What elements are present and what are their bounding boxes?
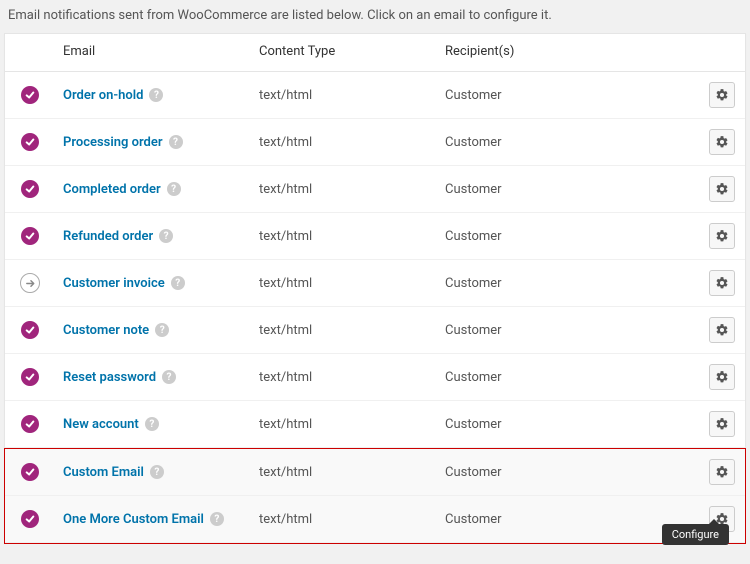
email-link[interactable]: Order on-hold — [63, 88, 143, 103]
recipients: Customer — [437, 401, 681, 448]
help-icon[interactable]: ? — [169, 135, 183, 149]
page-root: Email notifications sent from WooCommerc… — [0, 0, 750, 564]
email-link[interactable]: Refunded order — [63, 229, 153, 244]
col-gear-header — [681, 34, 745, 72]
col-status-header — [5, 34, 55, 72]
table-row: One More Custom Email? text/htmlCustomer — [5, 496, 745, 543]
email-link[interactable]: New account — [63, 417, 139, 432]
configure-button[interactable] — [709, 129, 735, 155]
status-enabled-icon[interactable] — [21, 368, 39, 386]
recipients: Customer — [437, 496, 681, 543]
status-enabled-icon[interactable] — [21, 227, 39, 245]
table-row: New account? text/htmlCustomer — [5, 401, 745, 448]
configure-tooltip: Configure — [662, 524, 729, 545]
status-enabled-icon[interactable] — [21, 415, 39, 433]
help-icon[interactable]: ? — [145, 417, 159, 431]
table-row: Customer invoice? text/htmlCustomer — [5, 260, 745, 307]
configure-button[interactable] — [709, 82, 735, 108]
content-type: text/html — [251, 260, 437, 307]
status-enabled-icon[interactable] — [21, 133, 39, 151]
table-row: Custom Email? text/htmlCustomer — [5, 449, 745, 496]
email-link[interactable]: Customer note — [63, 323, 149, 338]
configure-button[interactable] — [709, 176, 735, 202]
status-enabled-icon[interactable] — [21, 463, 39, 481]
email-link[interactable]: Completed order — [63, 182, 161, 197]
table-row: Reset password? text/htmlCustomer — [5, 354, 745, 401]
table-row: Refunded order? text/htmlCustomer — [5, 213, 745, 260]
help-icon[interactable]: ? — [150, 465, 164, 479]
recipients: Customer — [437, 72, 681, 119]
table-row: Customer note? text/htmlCustomer — [5, 307, 745, 354]
email-link[interactable]: Reset password — [63, 370, 156, 385]
status-enabled-icon[interactable] — [21, 180, 39, 198]
table-row: Completed order? text/htmlCustomer — [5, 166, 745, 213]
recipients: Customer — [437, 166, 681, 213]
content-type: text/html — [251, 166, 437, 213]
help-icon[interactable]: ? — [149, 88, 163, 102]
content-type: text/html — [251, 307, 437, 354]
email-link[interactable]: Processing order — [63, 135, 163, 150]
recipients: Customer — [437, 449, 681, 496]
content-type: text/html — [251, 496, 437, 543]
email-link[interactable]: Custom Email — [63, 465, 144, 480]
help-icon[interactable]: ? — [210, 512, 224, 526]
intro-text: Email notifications sent from WooCommerc… — [4, 0, 746, 33]
recipients: Customer — [437, 119, 681, 166]
configure-button[interactable] — [709, 364, 735, 390]
col-ctype-header: Content Type — [251, 34, 437, 72]
col-email-header: Email — [55, 34, 251, 72]
col-recip-header: Recipient(s) — [437, 34, 681, 72]
content-type: text/html — [251, 401, 437, 448]
emails-table-highlighted: Custom Email?text/htmlCustomerOne More C… — [4, 448, 746, 544]
content-type: text/html — [251, 213, 437, 260]
help-icon[interactable]: ? — [167, 182, 181, 196]
configure-button[interactable] — [709, 459, 735, 485]
configure-button[interactable] — [709, 270, 735, 296]
content-type: text/html — [251, 354, 437, 401]
content-type: text/html — [251, 449, 437, 496]
help-icon[interactable]: ? — [155, 323, 169, 337]
configure-button[interactable] — [709, 411, 735, 437]
recipients: Customer — [437, 260, 681, 307]
configure-button[interactable] — [709, 317, 735, 343]
help-icon[interactable]: ? — [171, 276, 185, 290]
email-link[interactable]: Customer invoice — [63, 276, 165, 291]
configure-button[interactable] — [709, 223, 735, 249]
status-enabled-icon[interactable] — [21, 86, 39, 104]
emails-table-main: Email Content Type Recipient(s) Order on… — [4, 33, 746, 449]
table-row: Processing order? text/htmlCustomer — [5, 119, 745, 166]
content-type: text/html — [251, 119, 437, 166]
status-enabled-icon[interactable] — [21, 321, 39, 339]
email-link[interactable]: One More Custom Email — [63, 512, 204, 527]
content-type: text/html — [251, 72, 437, 119]
table-row: Order on-hold? text/htmlCustomer — [5, 72, 745, 119]
help-icon[interactable]: ? — [159, 229, 173, 243]
help-icon[interactable]: ? — [162, 370, 176, 384]
status-manual-icon[interactable] — [20, 273, 40, 293]
recipients: Customer — [437, 354, 681, 401]
status-enabled-icon[interactable] — [21, 510, 39, 528]
recipients: Customer — [437, 213, 681, 260]
recipients: Customer — [437, 307, 681, 354]
